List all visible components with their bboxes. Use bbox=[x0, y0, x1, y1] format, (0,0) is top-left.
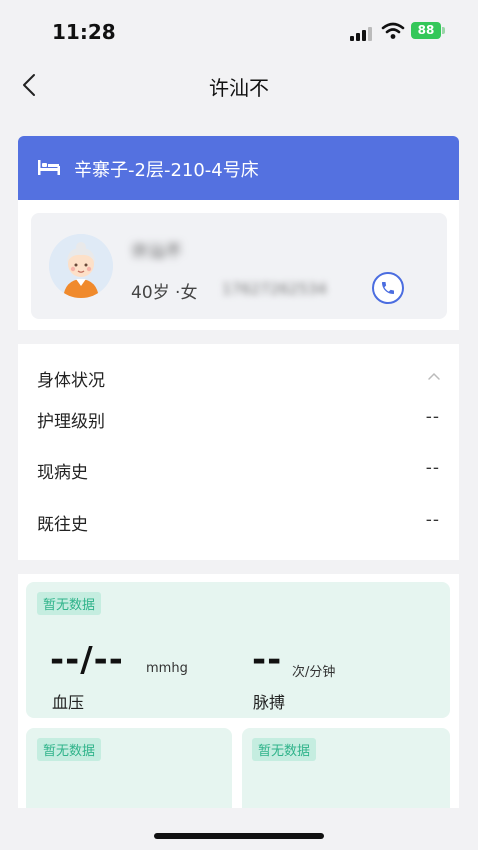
bed-label: 辛寨子-2层-210-4号床 bbox=[74, 160, 259, 181]
blood-pressure-value: --/-- bbox=[50, 640, 124, 680]
phone-icon bbox=[382, 282, 394, 294]
patient-name: 许汕不 bbox=[131, 242, 182, 262]
past-history-value: -- bbox=[425, 510, 440, 530]
status-time: 11:28 bbox=[52, 20, 116, 44]
chevron-up-icon[interactable] bbox=[426, 368, 442, 382]
past-history-label: 既往史 bbox=[37, 515, 88, 535]
pulse-label: 脉搏 bbox=[253, 693, 286, 712]
no-data-badge: 暂无数据 bbox=[37, 738, 102, 761]
avatar bbox=[49, 234, 113, 298]
wifi-icon bbox=[381, 22, 405, 40]
present-illness-label: 现病史 bbox=[37, 463, 88, 483]
nursing-level-label: 护理级别 bbox=[37, 412, 105, 432]
no-data-badge: 暂无数据 bbox=[37, 592, 102, 615]
pulse-value: -- bbox=[252, 640, 283, 680]
present-illness-value: -- bbox=[425, 458, 440, 478]
page-title: 许汕不 bbox=[209, 76, 269, 100]
health-title: 身体状况 bbox=[37, 371, 105, 391]
pulse-unit: 次/分钟 bbox=[292, 665, 336, 680]
battery-icon: 88 bbox=[411, 22, 441, 39]
call-button[interactable] bbox=[372, 272, 404, 304]
blood-pressure-label: 血压 bbox=[52, 693, 85, 712]
nursing-level-value: -- bbox=[425, 407, 440, 427]
signal-icon bbox=[350, 25, 372, 41]
home-indicator[interactable] bbox=[154, 833, 324, 839]
battery-nub bbox=[442, 27, 445, 34]
bed-icon bbox=[37, 157, 61, 177]
bottom-safe-area bbox=[0, 808, 478, 850]
patient-phone: 17627262534 bbox=[222, 280, 327, 298]
no-data-badge: 暂无数据 bbox=[252, 738, 317, 761]
patient-age-gender: 40岁 ·女 bbox=[131, 283, 198, 303]
blood-pressure-unit: mmhg bbox=[146, 661, 188, 676]
